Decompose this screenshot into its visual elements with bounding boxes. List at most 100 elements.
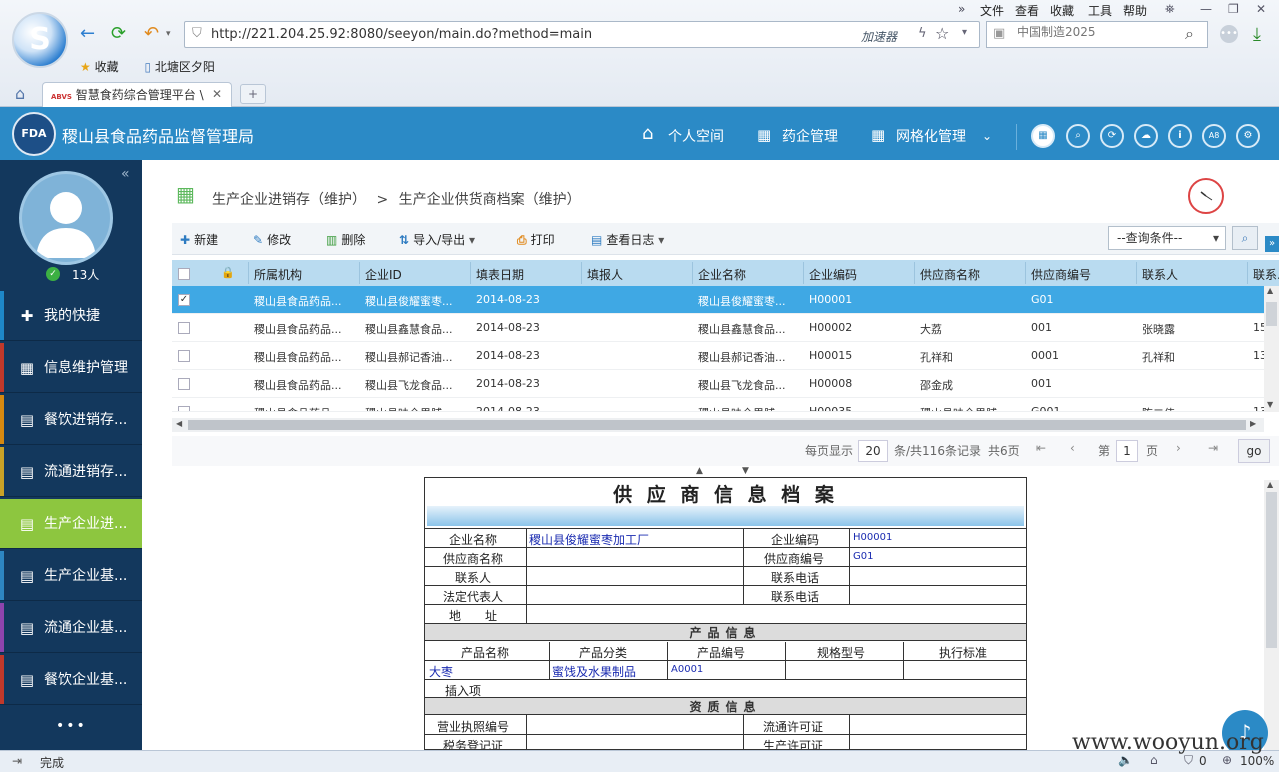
search-icon[interactable]: ⌕ bbox=[1185, 24, 1194, 44]
sidebar-item[interactable]: ▤ 餐饮企业基... bbox=[0, 655, 142, 705]
sidebar-item[interactable]: ▤ 生产企业进... bbox=[0, 499, 142, 549]
scroll-right-icon[interactable]: ▶ bbox=[1250, 419, 1256, 428]
scroll-down-icon[interactable]: ▼ bbox=[1267, 400, 1273, 409]
table-vertical-scrollbar[interactable]: ▲ ▼ bbox=[1264, 286, 1279, 412]
menu-view[interactable]: 查看 bbox=[1015, 2, 1039, 19]
shield-icon[interactable]: ⛉ bbox=[1184, 753, 1193, 768]
speaker-icon[interactable]: 🔈 bbox=[1118, 753, 1133, 767]
menu-more-icon[interactable]: » bbox=[958, 2, 965, 16]
product-name-value[interactable]: 大枣 bbox=[429, 663, 453, 680]
home-icon[interactable]: ⌂ bbox=[642, 123, 653, 144]
star-icon[interactable]: ☆ bbox=[935, 24, 949, 43]
edit-button[interactable]: ✎ 修改 bbox=[253, 231, 291, 248]
form-scrollbar[interactable]: ▲ bbox=[1264, 480, 1279, 750]
column-divider[interactable] bbox=[470, 262, 471, 284]
row-checkbox[interactable] bbox=[178, 378, 190, 390]
company-code-value[interactable]: H00001 bbox=[853, 532, 892, 543]
column-divider[interactable] bbox=[581, 262, 582, 284]
building-icon[interactable]: ▦ bbox=[757, 126, 771, 144]
new-button[interactable]: ✚ 新建 bbox=[180, 231, 218, 248]
lightning-icon[interactable]: ϟ bbox=[918, 26, 927, 41]
undo-icon[interactable]: ↶ bbox=[144, 24, 159, 44]
lock-icon[interactable]: 🔒 bbox=[221, 266, 235, 279]
scroll-thumb[interactable] bbox=[1266, 302, 1277, 326]
home-icon[interactable]: ⌂ bbox=[15, 84, 25, 103]
table-horizontal-scrollbar[interactable]: ◀ ▶ bbox=[172, 418, 1264, 432]
menu-tools[interactable]: 工具 bbox=[1088, 2, 1112, 19]
page-input[interactable]: 1 bbox=[1116, 440, 1138, 462]
column-divider[interactable] bbox=[1136, 262, 1137, 284]
fav-item-favorites[interactable]: 收藏 bbox=[95, 60, 119, 74]
column-divider[interactable] bbox=[803, 262, 804, 284]
first-page-icon[interactable]: ⇤ bbox=[1036, 441, 1046, 455]
column-header[interactable]: 企业ID bbox=[365, 266, 402, 283]
column-divider[interactable] bbox=[1025, 262, 1026, 284]
column-header[interactable]: 填报人 bbox=[587, 266, 623, 283]
cloud-icon[interactable]: ☁ bbox=[1134, 124, 1158, 148]
nav-pharma-management[interactable]: 药企管理 bbox=[782, 126, 838, 146]
column-header[interactable]: 供应商名称 bbox=[920, 266, 980, 283]
table-row[interactable]: 稷山县食品药品... 稷山县鑫慧食品... 2014-08-23 稷山县鑫慧食品...… bbox=[172, 314, 1265, 342]
table-row[interactable]: 稷山县食品药品... 稷山县郝记香油... 2014-08-23 稷山县郝记香油...… bbox=[172, 342, 1265, 370]
next-page-icon[interactable]: › bbox=[1176, 441, 1181, 455]
column-divider[interactable] bbox=[1247, 262, 1248, 284]
search-input[interactable] bbox=[1017, 25, 1177, 39]
column-divider[interactable] bbox=[914, 262, 915, 284]
column-header[interactable]: 联系人 bbox=[1142, 266, 1178, 283]
download-icon[interactable]: ⤓ bbox=[1253, 24, 1261, 45]
nav-grid-management[interactable]: 网格化管理 bbox=[896, 126, 966, 146]
splitter-down-icon[interactable]: ▼ bbox=[742, 466, 749, 476]
avatar[interactable] bbox=[19, 171, 113, 265]
minimize-icon[interactable]: — bbox=[1200, 2, 1212, 16]
back-icon[interactable]: ← bbox=[80, 24, 95, 44]
select-all-checkbox[interactable] bbox=[178, 268, 190, 280]
refresh-icon[interactable]: ⟳ bbox=[1100, 124, 1124, 148]
address-dropdown-icon[interactable]: ▾ bbox=[962, 27, 967, 38]
scroll-up-icon[interactable]: ▲ bbox=[1267, 480, 1273, 489]
url-text[interactable]: http://221.204.25.92:8080/seeyon/main.do… bbox=[211, 27, 592, 42]
sidebar-item[interactable]: ✚ 我的快捷 bbox=[0, 291, 142, 341]
search-icon[interactable]: ⌕ bbox=[1066, 124, 1090, 148]
column-header[interactable]: 填表日期 bbox=[476, 266, 524, 283]
row-checkbox[interactable] bbox=[178, 350, 190, 362]
browser-tab[interactable]: ABVS 智慧食药综合管理平台 \ bbox=[42, 82, 232, 108]
status-arrow-icon[interactable]: ⇥ bbox=[12, 754, 22, 768]
browser-search[interactable]: ▣ ⌕ bbox=[986, 21, 1208, 48]
nav-personal-space[interactable]: 个人空间 bbox=[668, 126, 724, 146]
zoom-level[interactable]: 100% bbox=[1240, 754, 1274, 768]
menu-file[interactable]: 文件 bbox=[980, 2, 1004, 19]
chevron-down-icon[interactable]: ⌄ bbox=[982, 129, 992, 143]
apps-icon[interactable]: ▦ bbox=[1031, 124, 1055, 148]
menu-favorites[interactable]: 收藏 bbox=[1050, 2, 1074, 19]
info-icon[interactable]: i bbox=[1168, 124, 1192, 148]
zoom-icon[interactable]: ⊕ bbox=[1222, 753, 1232, 767]
new-tab-button[interactable]: + bbox=[240, 84, 266, 104]
table-row[interactable]: 稷山县食品药品... 稷山县飞龙食品... 2014-08-23 稷山县飞龙食品...… bbox=[172, 370, 1264, 398]
column-header[interactable]: 所属机构 bbox=[254, 266, 302, 283]
column-header[interactable]: 企业名称 bbox=[698, 266, 746, 283]
breadcrumb-parent[interactable]: 生产企业进销存（维护） bbox=[212, 192, 366, 208]
import-export-button[interactable]: ⇅ 导入/导出 ▾ bbox=[399, 231, 475, 248]
browser-logo[interactable]: S bbox=[12, 12, 68, 68]
column-header[interactable]: 供应商编号 bbox=[1031, 266, 1091, 283]
user-menu-icon[interactable]: ••• bbox=[1220, 25, 1238, 43]
product-code-value[interactable]: A0001 bbox=[671, 664, 703, 675]
row-checkbox[interactable] bbox=[178, 322, 190, 334]
prev-page-icon[interactable]: ‹ bbox=[1070, 441, 1075, 455]
scroll-left-icon[interactable]: ◀ bbox=[176, 419, 182, 428]
sidebar-item[interactable]: ▤ 生产企业基... bbox=[0, 551, 142, 601]
print-button[interactable]: ⎙ 打印 bbox=[517, 231, 555, 248]
expand-icon[interactable]: » bbox=[1265, 236, 1279, 252]
delete-button[interactable]: ▥ 删除 bbox=[326, 231, 365, 248]
sidebar-item[interactable]: ▤ 流通进销存... bbox=[0, 447, 142, 497]
last-page-icon[interactable]: ⇥ bbox=[1208, 441, 1218, 455]
collapse-icon[interactable]: « bbox=[121, 166, 130, 182]
query-search-button[interactable]: ⌕ bbox=[1232, 226, 1258, 250]
table-row[interactable]: ✓ 稷山县食品药品... 稷山县俊耀蜜枣... 2014-08-23 稷山县俊耀蜜枣..… bbox=[172, 286, 1264, 314]
sidebar-item[interactable]: ▦ 信息维护管理 bbox=[0, 343, 142, 393]
query-select[interactable]: --查询条件-- ▾ bbox=[1108, 226, 1226, 250]
restore-icon[interactable]: ❐ bbox=[1228, 2, 1239, 16]
column-header[interactable]: 企业编码 bbox=[809, 266, 857, 283]
scroll-thumb[interactable] bbox=[1266, 492, 1277, 648]
sidebar-item[interactable]: ▤ 餐饮进销存... bbox=[0, 395, 142, 445]
